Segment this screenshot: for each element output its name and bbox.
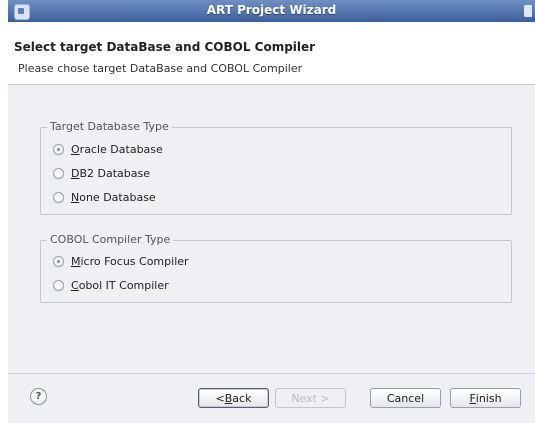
radio-cobol-it-compiler[interactable]: Cobol IT Compiler: [53, 277, 169, 293]
radio-label-cobol-it: Cobol IT Compiler: [71, 278, 169, 292]
radio-button-cobol-it[interactable]: [53, 279, 64, 291]
radio-micro-focus-compiler[interactable]: Micro Focus Compiler: [53, 253, 189, 269]
radio-label-oracle: Oracle Database: [71, 142, 163, 156]
page-description: Please chose target DataBase and COBOL C…: [18, 62, 303, 75]
footer-separator: [8, 373, 535, 374]
radio-oracle-database[interactable]: Oracle Database: [53, 141, 163, 157]
close-icon[interactable]: [524, 5, 532, 17]
page-title: Select target DataBase and COBOL Compile…: [14, 40, 316, 54]
wizard-window: ART Project Wizard Select target DataBas…: [8, 0, 535, 423]
help-icon[interactable]: ?: [30, 388, 47, 405]
radio-label-micro-focus: Micro Focus Compiler: [71, 254, 189, 268]
radio-button-micro-focus[interactable]: [53, 255, 64, 267]
radio-db2-database[interactable]: DB2 Database: [53, 165, 150, 181]
radio-label-none: None Database: [71, 190, 156, 204]
cancel-button[interactable]: Cancel: [370, 388, 441, 408]
radio-none-database[interactable]: None Database: [53, 189, 156, 205]
compiler-type-legend: COBOL Compiler Type: [47, 233, 174, 246]
radio-button-none[interactable]: [53, 191, 64, 203]
database-type-group: Target Database Type Oracle Database DB2…: [40, 120, 512, 215]
radio-button-oracle[interactable]: [53, 143, 64, 155]
radio-label-db2: DB2 Database: [71, 166, 151, 180]
radio-button-db2[interactable]: [53, 167, 64, 179]
next-button[interactable]: Next >: [275, 388, 346, 408]
back-button[interactable]: < Back: [198, 388, 269, 408]
finish-button[interactable]: Finish: [450, 388, 521, 408]
window-title: ART Project Wizard: [206, 3, 337, 17]
database-type-legend: Target Database Type: [47, 120, 172, 133]
compiler-type-group: COBOL Compiler Type Micro Focus Compiler…: [40, 233, 512, 303]
title-bar[interactable]: ART Project Wizard: [8, 0, 535, 22]
background-edge: [0, 0, 8, 423]
wizard-header: Select target DataBase and COBOL Compile…: [8, 22, 535, 85]
